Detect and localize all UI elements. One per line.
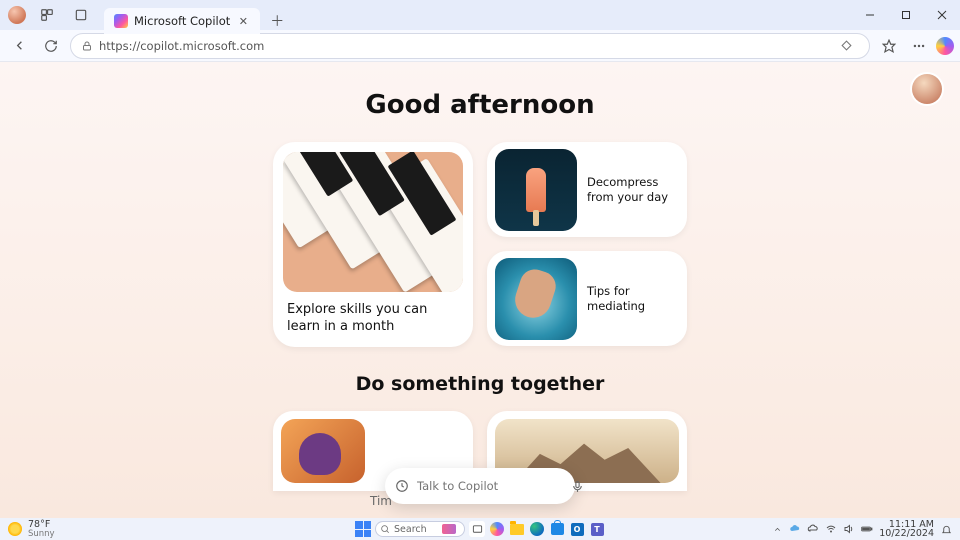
piano-image xyxy=(283,152,463,292)
cloud-icon[interactable] xyxy=(807,523,819,535)
task-view-button[interactable] xyxy=(469,521,485,537)
tab-title: Microsoft Copilot xyxy=(134,14,230,28)
tab-actions-icon[interactable] xyxy=(68,2,94,28)
wifi-icon[interactable] xyxy=(825,523,837,535)
window-minimize-button[interactable] xyxy=(852,0,888,30)
water-hand-image xyxy=(495,258,577,340)
subheading: Do something together xyxy=(0,373,960,395)
search-icon xyxy=(380,524,390,534)
window-maximize-button[interactable] xyxy=(888,0,924,30)
workspaces-icon[interactable] xyxy=(34,2,60,28)
windows-taskbar: 78°F Sunny Search O T 11:11 AM 10/22/202… xyxy=(0,518,960,540)
outlook-button[interactable]: O xyxy=(569,521,585,537)
refresh-button[interactable] xyxy=(38,33,64,59)
address-bar[interactable]: https://copilot.microsoft.com xyxy=(70,33,870,59)
copilot-taskbar-button[interactable] xyxy=(489,521,505,537)
close-tab-button[interactable]: ✕ xyxy=(236,14,250,28)
battery-icon[interactable] xyxy=(861,523,873,535)
greeting-heading: Good afternoon xyxy=(0,62,960,120)
start-button[interactable] xyxy=(355,521,371,537)
taskbar-search[interactable]: Search xyxy=(375,521,465,537)
settings-more-button[interactable] xyxy=(906,33,932,59)
clock[interactable]: 11:11 AM 10/22/2024 xyxy=(879,520,934,539)
card-label: Decompress from your day xyxy=(587,175,679,205)
shopping-icon[interactable] xyxy=(833,33,859,59)
suggestion-cards-row: Explore skills you can learn in a month … xyxy=(0,142,960,347)
date: 10/22/2024 xyxy=(879,529,934,539)
compose-bar[interactable] xyxy=(385,468,575,504)
tray-chevron-icon[interactable] xyxy=(771,523,783,535)
onedrive-icon[interactable] xyxy=(789,523,801,535)
notifications-icon[interactable] xyxy=(940,523,952,535)
store-button[interactable] xyxy=(549,521,565,537)
card-decompress[interactable]: Decompress from your day xyxy=(487,142,687,237)
card-explore-skills[interactable]: Explore skills you can learn in a month xyxy=(273,142,473,347)
card-mediating-tips[interactable]: Tips for mediating xyxy=(487,251,687,346)
popsicle-image xyxy=(495,149,577,231)
volume-icon[interactable] xyxy=(843,523,855,535)
lock-icon xyxy=(81,40,93,52)
page-content: Good afternoon Explore skills you can le… xyxy=(0,62,960,518)
new-tab-button[interactable]: ＋ xyxy=(264,8,290,34)
history-icon[interactable] xyxy=(395,477,409,495)
weather-condition: Sunny xyxy=(28,530,55,539)
url-text: https://copilot.microsoft.com xyxy=(99,39,264,53)
file-explorer-button[interactable] xyxy=(509,521,525,537)
browser-tab-copilot[interactable]: Microsoft Copilot ✕ xyxy=(104,8,260,34)
search-highlight-icon xyxy=(442,524,456,534)
browser-profile-avatar[interactable] xyxy=(8,6,26,24)
back-button[interactable] xyxy=(6,33,32,59)
copilot-sidebar-button[interactable] xyxy=(936,37,954,55)
mic-icon[interactable] xyxy=(571,477,584,495)
teams-button[interactable]: T xyxy=(589,521,605,537)
card-label: Tips for mediating xyxy=(587,284,679,314)
sun-icon xyxy=(8,522,22,536)
window-close-button[interactable] xyxy=(924,0,960,30)
browser-toolbar: https://copilot.microsoft.com xyxy=(0,30,960,62)
illustration-image xyxy=(281,419,365,483)
weather-widget[interactable]: 78°F Sunny xyxy=(0,520,55,538)
edge-button[interactable] xyxy=(529,521,545,537)
card-label: Explore skills you can learn in a month xyxy=(283,292,463,336)
copilot-favicon-icon xyxy=(114,14,128,28)
compose-input[interactable] xyxy=(417,479,563,493)
window-titlebar: Microsoft Copilot ✕ ＋ xyxy=(0,0,960,30)
user-avatar[interactable] xyxy=(912,74,942,104)
search-placeholder: Search xyxy=(394,524,427,535)
favorites-button[interactable] xyxy=(876,33,902,59)
